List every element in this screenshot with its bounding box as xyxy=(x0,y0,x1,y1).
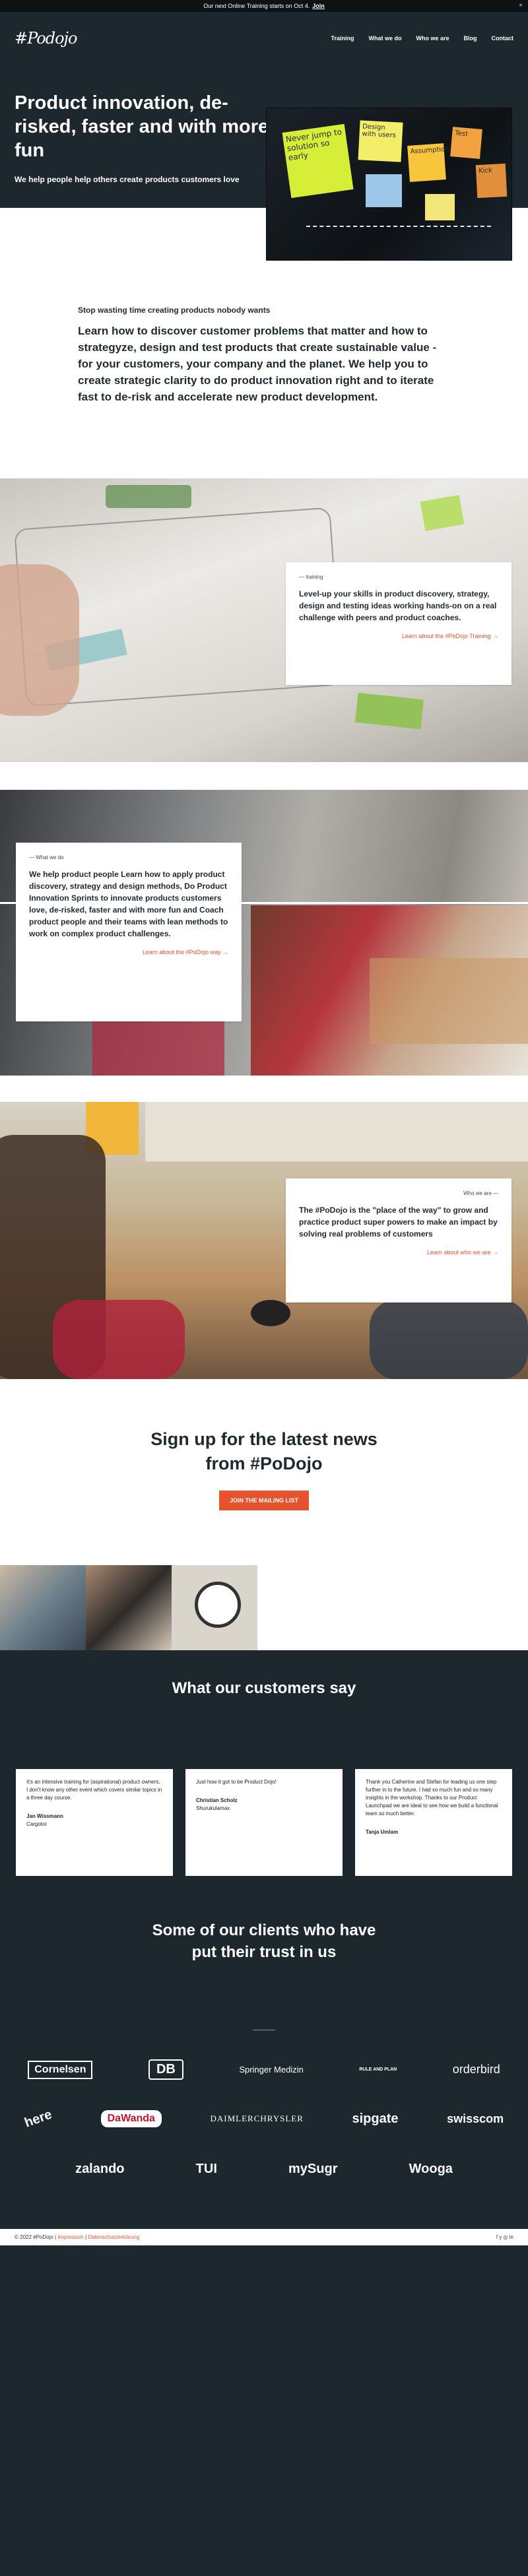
sticky-note: Kick xyxy=(475,163,508,199)
client-logo-dawanda: DaWanda xyxy=(100,2110,162,2127)
testimonial-name: Tanja Umlam xyxy=(366,1829,399,1835)
testimonial-card: Thank you Catherine and Stefan for leadi… xyxy=(355,1769,512,1876)
testimonial-company: Shurukulamax xyxy=(196,1805,230,1811)
sticky-note: Test xyxy=(450,127,482,159)
footer-left: © 2022 #PoDojo | Impressum | Datenschutz… xyxy=(15,2234,140,2240)
hero-subtitle: We help people help others create produc… xyxy=(15,175,240,184)
clients-title-line2: put their trust in us xyxy=(191,1943,337,1961)
announcement-bar: Our next Online Training starts on Oct 4… xyxy=(0,0,528,12)
client-logos-row: here DaWanda DAIMLERCHRYSLER sipgate swi… xyxy=(0,2107,528,2130)
what-we-do-card: — What we do We help product people Lear… xyxy=(16,843,242,1021)
nav-item-training[interactable]: Training xyxy=(331,35,354,42)
client-logo-zalando: zalando xyxy=(75,2162,125,2176)
client-logo-cornelsen: Cornelsen xyxy=(28,2060,93,2079)
signup-title-line1: Sign up for the latest news xyxy=(150,1429,378,1449)
signup-section: Sign up for the latest news from #PoDojo… xyxy=(0,1427,528,1510)
clock-icon xyxy=(195,1582,241,1628)
training-band: — training Level-up your skills in produ… xyxy=(0,478,528,762)
client-logo-mysugr: mySugr xyxy=(288,2162,338,2176)
client-logo-rule-and-plan: RULE AND PLAN xyxy=(359,2067,397,2072)
testimonial-card: Just how it got to be Product Dojo! Chri… xyxy=(185,1769,343,1876)
social-icons[interactable]: f y ◎ in xyxy=(496,2234,513,2240)
intro-body: Learn how to discover customer problems … xyxy=(78,325,437,403)
who-we-are-body: The #PoDojo is the "place of the way" to… xyxy=(299,1206,498,1239)
footer: © 2022 #PoDojo | Impressum | Datenschutz… xyxy=(0,2229,528,2245)
what-we-do-band: — What we do We help product people Lear… xyxy=(0,790,528,1076)
training-card: — training Level-up your skills in produ… xyxy=(286,562,512,685)
close-icon[interactable]: × xyxy=(519,2,523,9)
client-logos-row: zalando TUI mySugr Wooga xyxy=(0,2162,528,2177)
join-mailing-list-button[interactable]: JOIN THE MAILING LIST xyxy=(218,1491,309,1510)
testimonial-name: Jan Wissmann xyxy=(26,1813,63,1819)
who-we-are-band: Who we are — The #PoDojo is the "place o… xyxy=(0,1102,528,1379)
testimonial-quote: Thank you Catherine and Stefan for leadi… xyxy=(366,1779,498,1817)
nav-menu: Training What we do Who we are Blog Cont… xyxy=(331,35,513,42)
who-we-are-link[interactable]: Learn about who we are → xyxy=(299,1249,498,1256)
announcement-text: Our next Online Training starts on Oct 4… xyxy=(203,3,310,9)
what-we-do-link[interactable]: Learn about the #PoDojo way → xyxy=(29,949,228,955)
intro-section: Stop wasting time creating products nobo… xyxy=(78,306,454,405)
strip-photo xyxy=(172,1565,257,1651)
nav-item-contact[interactable]: Contact xyxy=(492,35,514,42)
who-we-are-label: Who we are — xyxy=(463,1190,498,1196)
nav-item-who-we-are[interactable]: Who we are xyxy=(416,35,449,42)
logo[interactable]: #Podojo xyxy=(15,29,77,48)
client-logo-tui: TUI xyxy=(195,2162,217,2176)
sticky-note: Design with users xyxy=(358,120,403,162)
testimonial-quote: Just how it got to be Product Dojo! xyxy=(196,1779,277,1785)
client-logo-here: here xyxy=(22,2106,54,2131)
main-nav: #Podojo Training What we do Who we are B… xyxy=(15,25,513,51)
sticky-note: Assumption xyxy=(407,143,449,182)
nav-item-what-we-do[interactable]: What we do xyxy=(368,35,401,42)
testimonial-company: Cargotor xyxy=(26,1821,48,1827)
what-we-do-label: — What we do xyxy=(29,854,64,860)
training-body: Level-up your skills in product discover… xyxy=(299,589,497,622)
clients-title: Some of our clients who have put their t… xyxy=(0,1919,528,1963)
clients-title-line1: Some of our clients who have xyxy=(152,1921,376,1939)
photo-strip xyxy=(0,1565,264,1651)
client-logo-daimlerchrysler: DAIMLERCHRYSLER xyxy=(210,2113,304,2123)
sticky-note: Never jump to solution so early xyxy=(282,123,354,199)
client-logos-row: Cornelsen DB Springer Medizin RULE AND P… xyxy=(0,2059,528,2080)
who-we-are-card: Who we are — The #PoDojo is the "place o… xyxy=(286,1178,512,1303)
client-logo-sipgate: sipgate xyxy=(352,2111,399,2126)
testimonial-quote: It's an intensive training for (aspirati… xyxy=(26,1779,162,1801)
training-link[interactable]: Learn about the #PoDojo Training → xyxy=(299,633,498,639)
signup-title: Sign up for the latest news from #PoDojo xyxy=(0,1427,528,1476)
hero-title: Product innovation, de-risked, faster an… xyxy=(15,92,269,161)
signup-title-line2: from #PoDojo xyxy=(205,1454,323,1473)
testimonial-card: It's an intensive training for (aspirati… xyxy=(16,1769,173,1876)
what-we-do-body: We help product people Learn how to appl… xyxy=(29,870,228,938)
hero-image: Never jump to solution so early Design w… xyxy=(266,108,512,261)
strip-photo xyxy=(86,1565,172,1651)
client-logo-swisscom: swisscom xyxy=(447,2111,504,2125)
testimonials-section: What our customers say It's an intensive… xyxy=(0,1650,528,2576)
client-logo-springer: Springer Medizin xyxy=(239,2065,304,2075)
client-logo-wooga: Wooga xyxy=(409,2162,453,2176)
client-logo-orderbird: orderbird xyxy=(452,2063,500,2076)
join-link[interactable]: Join xyxy=(312,3,325,9)
strip-photo xyxy=(0,1565,86,1651)
footer-link-impressum[interactable]: Impressum xyxy=(57,2234,84,2240)
testimonial-name: Christian Scholz xyxy=(196,1797,238,1803)
testimonials-title: What our customers say xyxy=(172,1679,356,1697)
nav-item-blog[interactable]: Blog xyxy=(464,35,477,42)
client-logo-db: DB xyxy=(148,2059,183,2080)
footer-link-privacy[interactable]: Datenschutzerklärung xyxy=(88,2234,139,2240)
intro-kicker: Stop wasting time creating products nobo… xyxy=(78,306,271,315)
footer-copyright: © 2022 #PoDojo xyxy=(15,2234,53,2240)
training-label: — training xyxy=(299,574,323,580)
